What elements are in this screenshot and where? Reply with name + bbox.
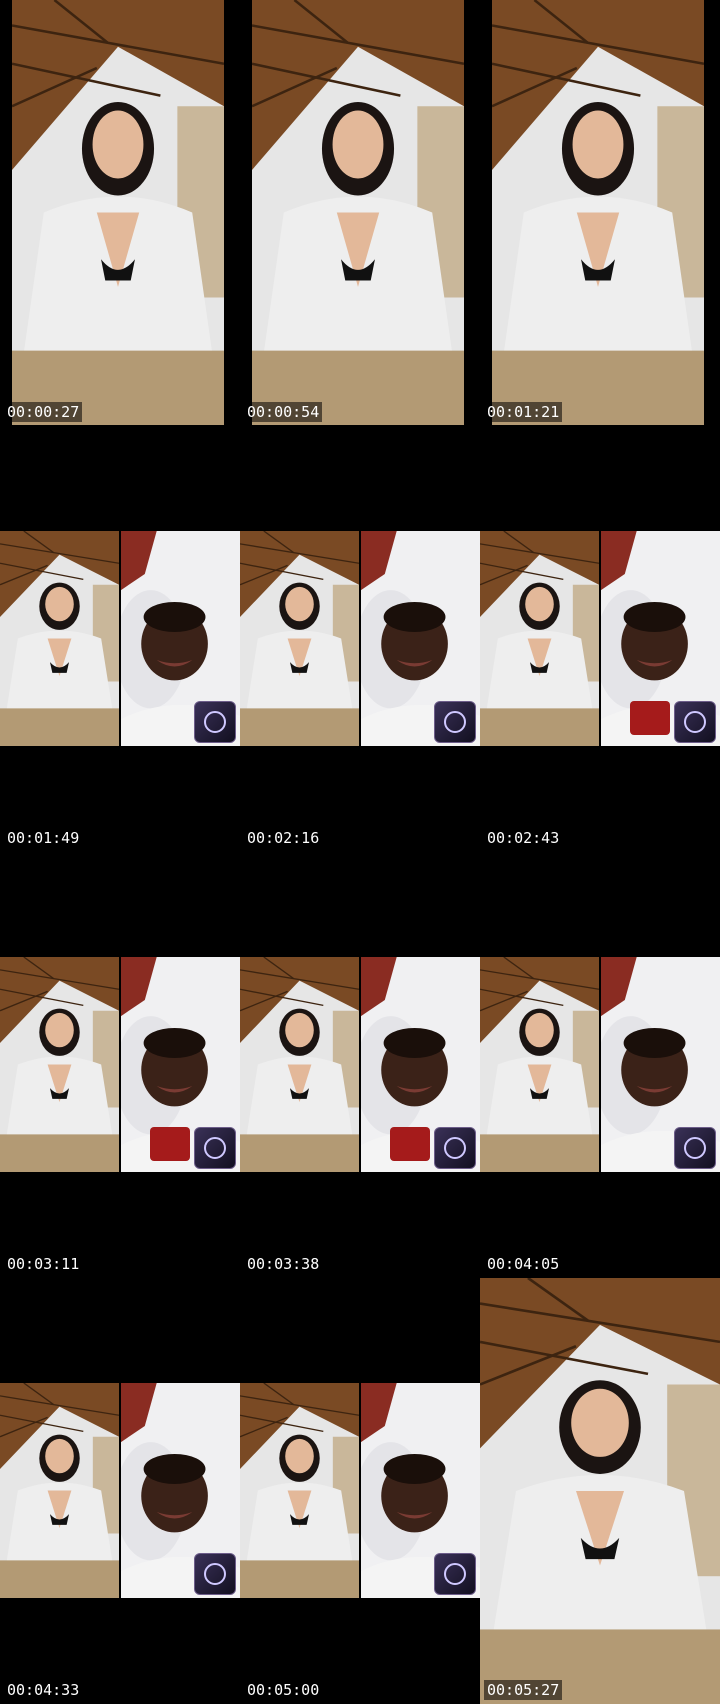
video-frame-left <box>480 531 599 746</box>
video-frame-left <box>480 957 599 1172</box>
red-overlay-box <box>150 1127 190 1161</box>
video-thumbnail[interactable]: 00:05:27 <box>480 1278 720 1704</box>
video-frame-left <box>0 531 119 746</box>
timestamp-label: 00:00:27 <box>4 402 83 422</box>
red-overlay-box <box>630 701 670 735</box>
pip-avatar-icon <box>434 701 476 743</box>
video-thumbnail[interactable]: 00:00:54 <box>240 0 480 426</box>
pip-avatar-icon <box>194 701 236 743</box>
video-frame-left <box>0 1383 119 1598</box>
video-frame-left <box>240 531 359 746</box>
video-thumbnail[interactable]: 00:00:27 <box>0 0 240 426</box>
pip-avatar-icon <box>434 1127 476 1169</box>
pip-avatar-icon <box>674 1127 716 1169</box>
video-thumbnail[interactable]: 00:02:43 <box>480 426 720 852</box>
timestamp-label: 00:04:05 <box>487 1255 560 1273</box>
pip-avatar-icon <box>194 1553 236 1595</box>
timestamp-label: 00:02:16 <box>247 829 320 847</box>
video-thumbnail[interactable]: 00:03:11 <box>0 852 240 1278</box>
timestamp-label: 00:03:11 <box>7 1255 80 1273</box>
timestamp-label: 00:01:49 <box>7 829 80 847</box>
red-overlay-box <box>390 1127 430 1161</box>
video-frame <box>480 1278 720 1704</box>
pip-avatar-icon <box>194 1127 236 1169</box>
video-thumbnail[interactable]: 00:05:00 <box>240 1278 480 1704</box>
video-frame-left <box>0 957 119 1172</box>
video-thumbnail[interactable]: 00:01:49 <box>0 426 240 852</box>
video-frame-left <box>240 957 359 1172</box>
timestamp-label: 00:01:21 <box>484 402 563 422</box>
timestamp-label: 00:04:33 <box>7 1681 80 1699</box>
timestamp-label: 00:05:27 <box>484 1680 563 1700</box>
pip-avatar-icon <box>674 701 716 743</box>
timestamp-label: 00:00:54 <box>244 402 323 422</box>
video-thumbnail[interactable]: 00:01:21 <box>480 0 720 426</box>
video-thumbnail[interactable]: 00:03:38 <box>240 852 480 1278</box>
timestamp-label: 00:02:43 <box>487 829 560 847</box>
video-frame <box>492 0 704 425</box>
pip-avatar-icon <box>434 1553 476 1595</box>
video-frame-left <box>240 1383 359 1598</box>
timestamp-label: 00:05:00 <box>247 1681 320 1699</box>
video-thumbnail[interactable]: 00:04:33 <box>0 1278 240 1704</box>
timestamp-label: 00:03:38 <box>247 1255 320 1273</box>
video-frame <box>252 0 464 425</box>
video-frame <box>12 0 224 425</box>
video-thumbnail[interactable]: 00:02:16 <box>240 426 480 852</box>
video-thumbnail[interactable]: 00:04:05 <box>480 852 720 1278</box>
